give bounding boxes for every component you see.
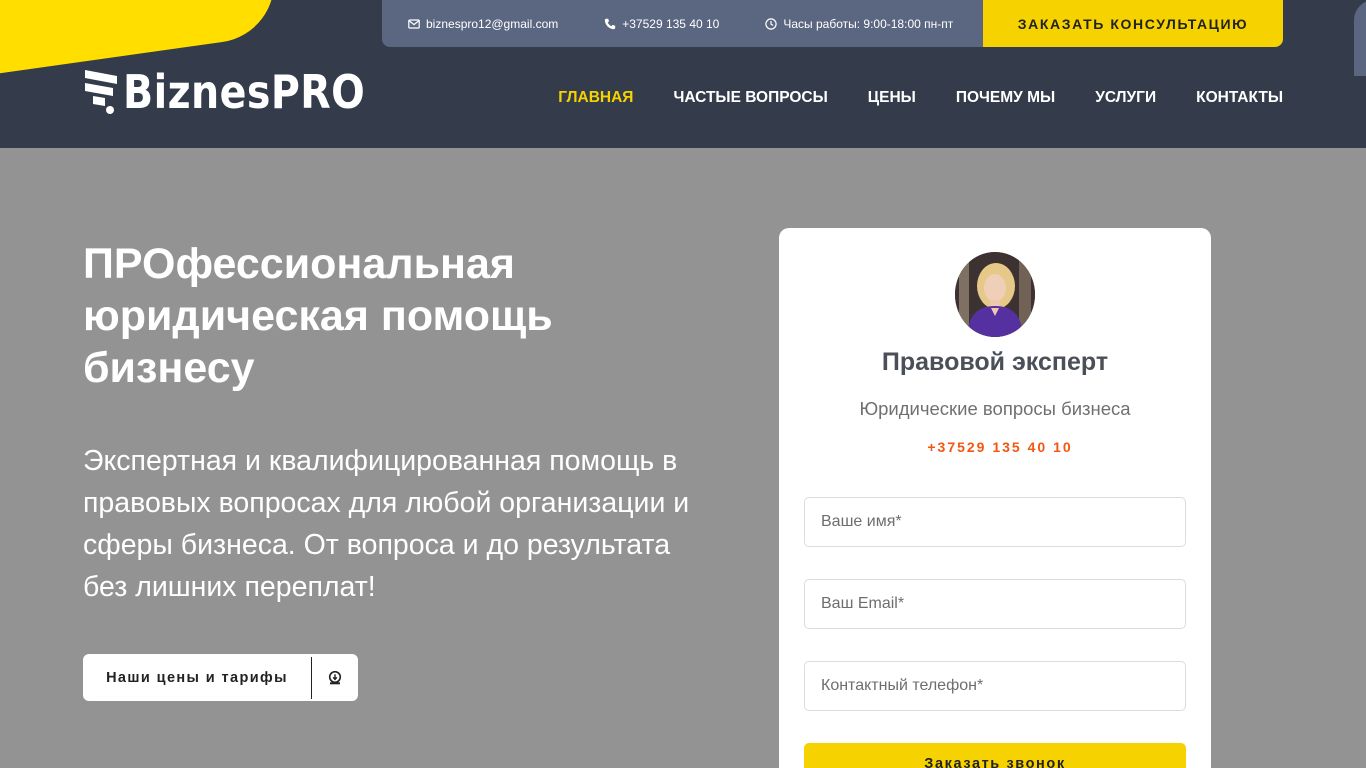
request-call-button[interactable]: Заказать звонок (804, 743, 1186, 768)
hero-title: ПРОфессиональная юридическая помощь бизн… (83, 240, 553, 392)
topbar-email[interactable]: biznespro12@gmail.com (408, 17, 558, 31)
prices-button-label: Наши цены и тарифы (106, 669, 288, 686)
nav-item-why-us[interactable]: ПОЧЕМУ МЫ (956, 89, 1055, 107)
email-input[interactable] (804, 579, 1186, 629)
prices-button[interactable]: Наши цены и тарифы (83, 654, 358, 701)
site-logo[interactable]: BiznesPRO (83, 68, 405, 116)
site-header: biznespro12@gmail.com +37529 135 40 10 Ч… (0, 0, 1366, 148)
envelope-icon (408, 18, 420, 30)
order-consultation-button[interactable]: ЗАКАЗАТЬ КОНСУЛЬТАЦИЮ (983, 0, 1283, 47)
nav-item-contacts[interactable]: КОНТАКТЫ (1196, 89, 1283, 107)
topbar-phone[interactable]: +37529 135 40 10 (604, 17, 719, 31)
topbar-phone-text: +37529 135 40 10 (622, 16, 720, 31)
form-subtitle: Юридические вопросы бизнеса (859, 398, 1131, 419)
logo-text: BiznesPRO (123, 65, 366, 119)
decorative-yellow-shape (0, 0, 282, 74)
name-input[interactable] (804, 497, 1186, 547)
form-phone-link[interactable]: +37529 135 40 10 (779, 439, 1221, 455)
nav-item-prices[interactable]: ЦЕНЫ (868, 89, 916, 107)
main-nav: ГЛАВНАЯ ЧАСТЫЕ ВОПРОСЫ ЦЕНЫ ПОЧЕМУ МЫ УС… (518, 89, 1283, 107)
nav-item-home[interactable]: ГЛАВНАЯ (558, 89, 633, 107)
nav-item-faq[interactable]: ЧАСТЫЕ ВОПРОСЫ (673, 89, 827, 107)
hero-subtitle: Экспертная и квалифицированная помощь в … (83, 445, 690, 603)
topbar-email-text: biznespro12@gmail.com (426, 16, 559, 31)
phone-input[interactable] (804, 661, 1186, 711)
contact-topbar: biznespro12@gmail.com +37529 135 40 10 Ч… (382, 0, 983, 47)
logo-mark-icon (85, 70, 117, 114)
topbar-hours: Часы работы: 9:00-18:00 пн-пт (765, 17, 953, 31)
topbar-hours-text: Часы работы: 9:00-18:00 пн-пт (783, 16, 954, 31)
decorative-right-shape (1354, 0, 1366, 76)
expert-avatar (955, 252, 1035, 337)
phone-icon (604, 18, 616, 30)
coin-icon (312, 670, 358, 685)
clock-icon (765, 17, 778, 30)
callback-form-card: Правовой эксперт Юридические вопросы биз… (779, 228, 1211, 768)
form-title: Правовой эксперт (881, 348, 1109, 376)
nav-item-services[interactable]: УСЛУГИ (1095, 89, 1156, 107)
